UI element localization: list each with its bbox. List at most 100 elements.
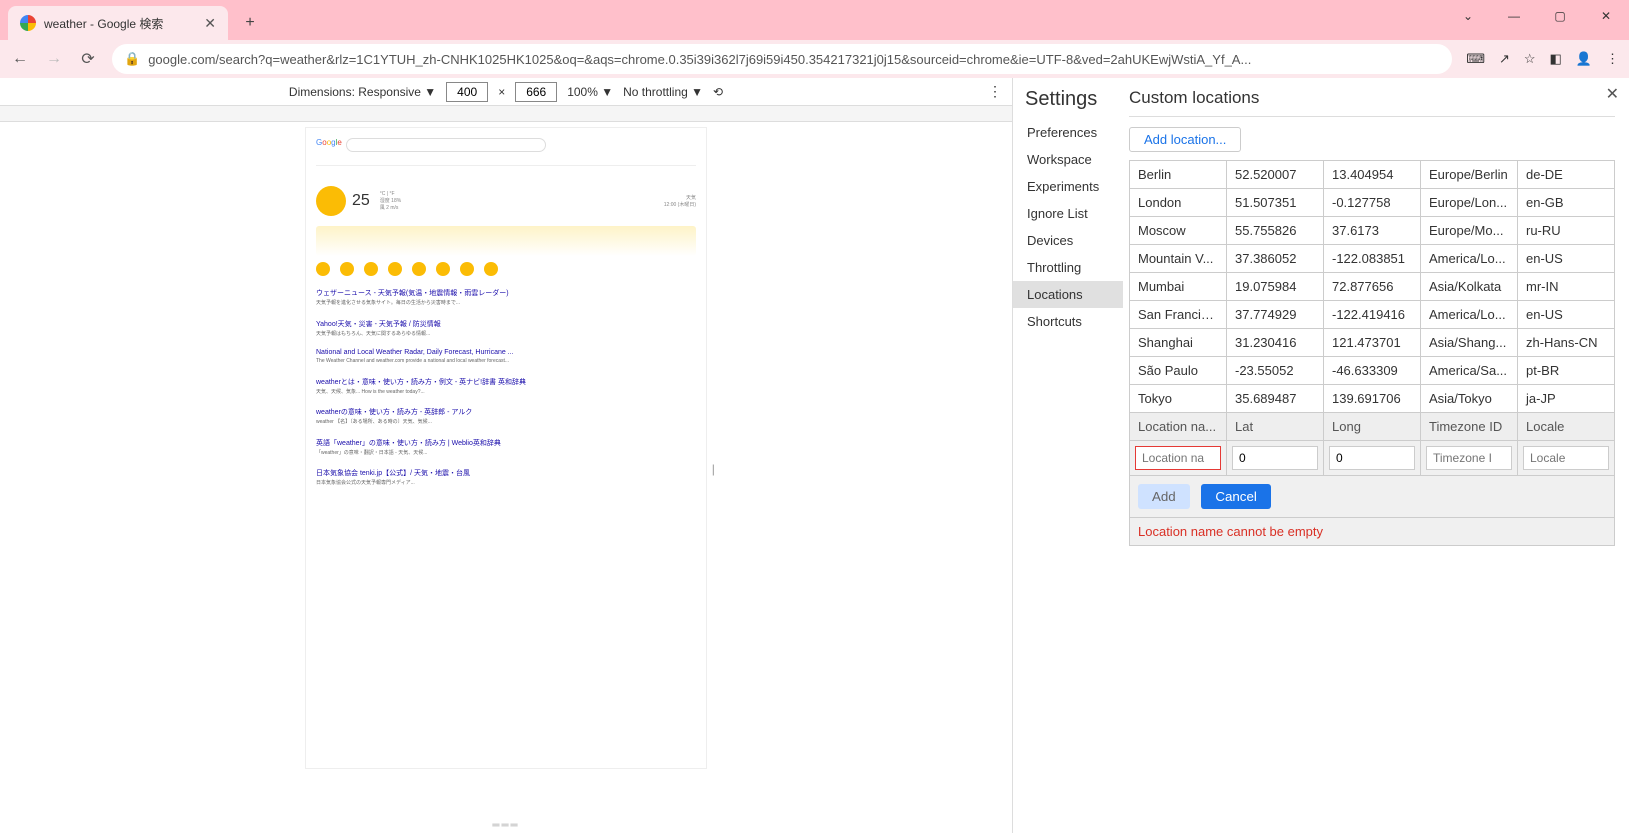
cancel-button[interactable]: Cancel [1201, 484, 1271, 509]
table-row[interactable]: London51.507351-0.127758Europe/Lon...en-… [1130, 189, 1615, 217]
cell-lat: -23.55052 [1227, 357, 1324, 385]
rotate-icon[interactable]: ⟲ [713, 85, 723, 99]
settings-item-ignore-list[interactable]: Ignore List [1013, 200, 1123, 227]
maximize-button[interactable]: ▢ [1537, 0, 1583, 32]
settings-title: Settings [1013, 88, 1123, 119]
cell-locale: en-US [1518, 245, 1615, 273]
search-result: 日本気象協会 tenki.jp【公式】/ 天気・地震・台風日本気象協会公式の天気… [316, 468, 696, 487]
chevron-down-icon[interactable]: ⌄ [1445, 0, 1491, 32]
cell-name: Shanghai [1130, 329, 1227, 357]
table-row[interactable]: San Francisco37.774929-122.419416America… [1130, 301, 1615, 329]
cell-name: London [1130, 189, 1227, 217]
bookmark-icon[interactable]: ☆ [1524, 51, 1536, 67]
settings-item-preferences[interactable]: Preferences [1013, 119, 1123, 146]
new-tab-button[interactable]: + [236, 9, 264, 37]
width-input[interactable] [446, 82, 488, 102]
lock-icon: 🔒 [124, 51, 140, 67]
custom-locations-heading: Custom locations [1129, 88, 1615, 117]
height-input[interactable] [515, 82, 557, 102]
cell-tz: Europe/Lon... [1421, 189, 1518, 217]
new-location-lat-input[interactable] [1232, 446, 1318, 470]
weather-forecast [316, 262, 696, 276]
cell-long: 37.6173 [1324, 217, 1421, 245]
settings-item-devices[interactable]: Devices [1013, 227, 1123, 254]
tab-close-icon[interactable]: ✕ [204, 15, 216, 32]
emulated-page[interactable]: Google 25 °C | °F湿度 18%風 2 m/s 天気12:00 (… [306, 128, 706, 768]
cell-name: Mumbai [1130, 273, 1227, 301]
header-timezone: Timezone ID [1421, 413, 1518, 441]
reload-button[interactable]: ⟳ [78, 49, 98, 69]
cell-locale: en-US [1518, 301, 1615, 329]
close-window-button[interactable]: ✕ [1583, 0, 1629, 32]
panel-icon[interactable]: ◧ [1550, 51, 1562, 67]
header-lat: Lat [1227, 413, 1324, 441]
header-long: Long [1324, 413, 1421, 441]
zoom-dropdown[interactable]: 100% ▼ [567, 85, 613, 99]
cell-name: São Paulo [1130, 357, 1227, 385]
new-location-tz-input[interactable] [1426, 446, 1512, 470]
new-location-long-input[interactable] [1329, 446, 1415, 470]
dimensions-dropdown[interactable]: Dimensions: Responsive ▼ [289, 85, 436, 99]
new-location-locale-input[interactable] [1523, 446, 1609, 470]
table-row[interactable]: Mountain V...37.386052-122.083851America… [1130, 245, 1615, 273]
cell-name: Berlin [1130, 161, 1227, 189]
cell-lat: 31.230416 [1227, 329, 1324, 357]
dimension-x: × [498, 85, 505, 99]
forward-button[interactable]: → [44, 50, 64, 68]
cell-long: 139.691706 [1324, 385, 1421, 413]
menu-icon[interactable]: ⋮ [1606, 51, 1619, 67]
settings-item-locations[interactable]: Locations [1013, 281, 1123, 308]
cell-name: Mountain V... [1130, 245, 1227, 273]
table-row[interactable]: São Paulo-23.55052-46.633309America/Sa..… [1130, 357, 1615, 385]
resize-handle-bottom[interactable]: ═══ [492, 820, 519, 831]
table-row[interactable]: Tokyo35.689487139.691706Asia/Tokyoja-JP [1130, 385, 1615, 413]
search-input[interactable] [346, 138, 546, 152]
cell-lat: 51.507351 [1227, 189, 1324, 217]
search-result: ウェザーニュース - 天気予報(気温・地震情報・雨雲レーダー)天気予報を進化させ… [316, 288, 696, 307]
browser-titlebar: weather - Google 検索 ✕ + ⌄ — ▢ ✕ [0, 0, 1629, 40]
cell-lat: 37.386052 [1227, 245, 1324, 273]
add-button[interactable]: Add [1138, 484, 1190, 509]
profile-icon[interactable]: 👤 [1576, 51, 1592, 67]
cell-tz: Asia/Tokyo [1421, 385, 1518, 413]
cell-lat: 37.774929 [1227, 301, 1324, 329]
cell-lat: 52.520007 [1227, 161, 1324, 189]
close-settings-button[interactable]: ✕ [1606, 84, 1619, 104]
google-logo: Google [316, 138, 342, 147]
settings-sidebar: Settings PreferencesWorkspaceExperiments… [1013, 78, 1123, 833]
settings-item-shortcuts[interactable]: Shortcuts [1013, 308, 1123, 335]
cell-locale: ru-RU [1518, 217, 1615, 245]
settings-item-throttling[interactable]: Throttling [1013, 254, 1123, 281]
button-row: Add Cancel [1129, 476, 1615, 518]
browser-tab[interactable]: weather - Google 検索 ✕ [8, 6, 228, 40]
table-row[interactable]: Shanghai31.230416121.473701Asia/Shang...… [1130, 329, 1615, 357]
cell-tz: Asia/Kolkata [1421, 273, 1518, 301]
search-result: weatherとは・意味・使い方・読み方・例文 - 英ナビ!辞書 英和辞典天気、… [316, 377, 696, 396]
cell-tz: America/Sa... [1421, 357, 1518, 385]
add-location-button[interactable]: Add location... [1129, 127, 1241, 152]
new-location-name-input[interactable] [1135, 446, 1221, 470]
weather-chart [316, 226, 696, 256]
cell-locale: ja-JP [1518, 385, 1615, 413]
back-button[interactable]: ← [10, 50, 30, 68]
cell-tz: Europe/Berlin [1421, 161, 1518, 189]
share-icon[interactable]: ↗ [1499, 51, 1510, 67]
address-bar[interactable]: 🔒 google.com/search?q=weather&rlz=1C1YTU… [112, 44, 1452, 74]
throttling-dropdown[interactable]: No throttling ▼ [623, 85, 703, 99]
minimize-button[interactable]: — [1491, 0, 1537, 32]
ruler [0, 106, 1012, 122]
cell-locale: en-GB [1518, 189, 1615, 217]
table-row[interactable]: Berlin52.52000713.404954Europe/Berlinde-… [1130, 161, 1615, 189]
device-emulation-pane: Dimensions: Responsive ▼ × 100% ▼ No thr… [0, 78, 1013, 833]
settings-item-workspace[interactable]: Workspace [1013, 146, 1123, 173]
cell-name: Tokyo [1130, 385, 1227, 413]
header-locale: Locale [1518, 413, 1615, 441]
tab-favicon [20, 15, 36, 31]
table-row[interactable]: Moscow55.75582637.6173Europe/Mo...ru-RU [1130, 217, 1615, 245]
settings-item-experiments[interactable]: Experiments [1013, 173, 1123, 200]
device-menu-icon[interactable]: ⋮ [988, 83, 1002, 100]
translate-icon[interactable]: ⌨ [1466, 51, 1485, 67]
cell-locale: de-DE [1518, 161, 1615, 189]
table-row[interactable]: Mumbai19.07598472.877656Asia/Kolkatamr-I… [1130, 273, 1615, 301]
search-result: National and Local Weather Radar, Daily … [316, 349, 696, 365]
